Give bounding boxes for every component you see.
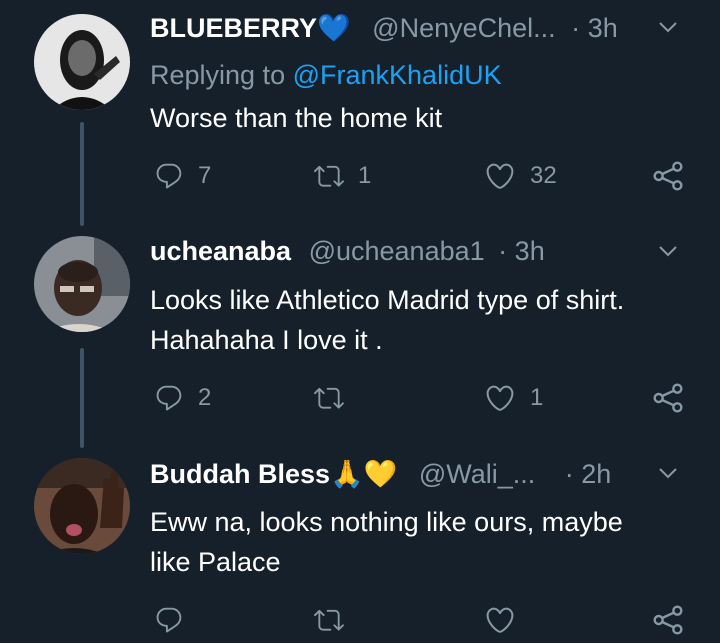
retweet-icon [314,605,344,635]
user-handle[interactable]: @Wali_... [419,459,535,489]
like-button[interactable]: 1 [484,378,543,418]
share-icon [652,160,684,192]
share-button[interactable] [652,378,684,418]
reply-button[interactable]: 7 [154,156,211,196]
mention-link[interactable]: @FrankKhalidUK [293,60,502,90]
retweet-button[interactable]: 1 [314,156,371,196]
tweet-actions [150,600,690,640]
tweet-actions: 7 1 32 [150,156,690,196]
share-button[interactable] [652,600,684,640]
display-name[interactable]: BLUEBERRY [150,13,317,43]
like-icon [484,604,516,636]
tweet[interactable]: Buddah Bless🙏💛 @Wali_... · 2h Eww na, lo… [0,458,720,643]
tweet-text: Eww na, looks nothing like ours, maybe l… [150,502,623,582]
tweet-text: Looks like Athletico Madrid type of shir… [150,280,624,360]
like-count: 1 [530,384,544,411]
display-name[interactable]: ucheanaba [150,236,291,266]
like-icon [484,160,516,192]
tweet-text-line: like Palace [150,547,281,577]
separator-dot: · [571,13,581,43]
reply-count: 7 [198,162,212,189]
retweet-count: 1 [358,162,372,189]
reply-icon [154,605,184,635]
timestamp[interactable]: 3h [588,13,618,43]
share-icon [652,382,684,414]
tweet[interactable]: ucheanaba @ucheanaba1 · 3h Looks like At… [0,236,720,446]
blue-heart-icon: 💙 [317,13,351,43]
reply-count: 2 [198,384,212,411]
tweet-text-line: Looks like Athletico Madrid type of shir… [150,285,625,315]
tweet[interactable]: BLUEBERRY💙 @NenyeChel... · 3h Replying t… [0,12,720,222]
avatar[interactable] [34,14,130,110]
timestamp[interactable]: 2h [581,459,611,489]
timestamp[interactable]: 3h [515,236,545,266]
replying-to: Replying to @FrankKhalidUK [150,60,502,91]
separator-dot: · [498,236,508,266]
avatar-photo [34,458,130,554]
like-button[interactable] [484,600,516,640]
avatar-photo [34,14,130,110]
user-handle[interactable]: @ucheanaba1 [309,236,485,266]
chevron-down-icon[interactable] [658,20,678,34]
avatar-photo [34,236,130,332]
reply-button[interactable]: 2 [154,378,211,418]
reply-button[interactable] [154,600,184,640]
like-button[interactable]: 32 [484,156,557,196]
tweet-header: Buddah Bless🙏💛 @Wali_... · 2h [150,458,720,498]
user-handle[interactable]: @NenyeChel... [372,13,556,43]
avatar[interactable] [34,458,130,554]
retweet-button[interactable] [314,378,344,418]
share-button[interactable] [652,156,684,196]
tweet-text: Worse than the home kit [150,103,443,133]
chevron-down-icon[interactable] [658,466,678,480]
tweet-text-line: Eww na, looks nothing like ours, maybe [150,507,623,537]
retweet-icon [314,383,344,413]
like-icon [484,382,516,414]
praying-hands-icon: 🙏💛 [330,459,398,489]
tweet-actions: 2 1 [150,378,690,418]
tweet-header: BLUEBERRY💙 @NenyeChel... · 3h [150,12,720,52]
reply-icon [154,383,184,413]
avatar[interactable] [34,236,130,332]
tweet-text-line: Hahahaha I love it . [150,325,383,355]
retweet-button[interactable] [314,600,344,640]
separator-dot: · [564,459,574,489]
chevron-down-icon[interactable] [658,244,678,258]
like-count: 32 [530,162,557,189]
display-name[interactable]: Buddah Bless [150,459,330,489]
replying-prefix: Replying to [150,60,286,90]
retweet-icon [314,161,344,191]
tweet-header: ucheanaba @ucheanaba1 · 3h [150,236,720,276]
reply-icon [154,161,184,191]
share-icon [652,604,684,636]
